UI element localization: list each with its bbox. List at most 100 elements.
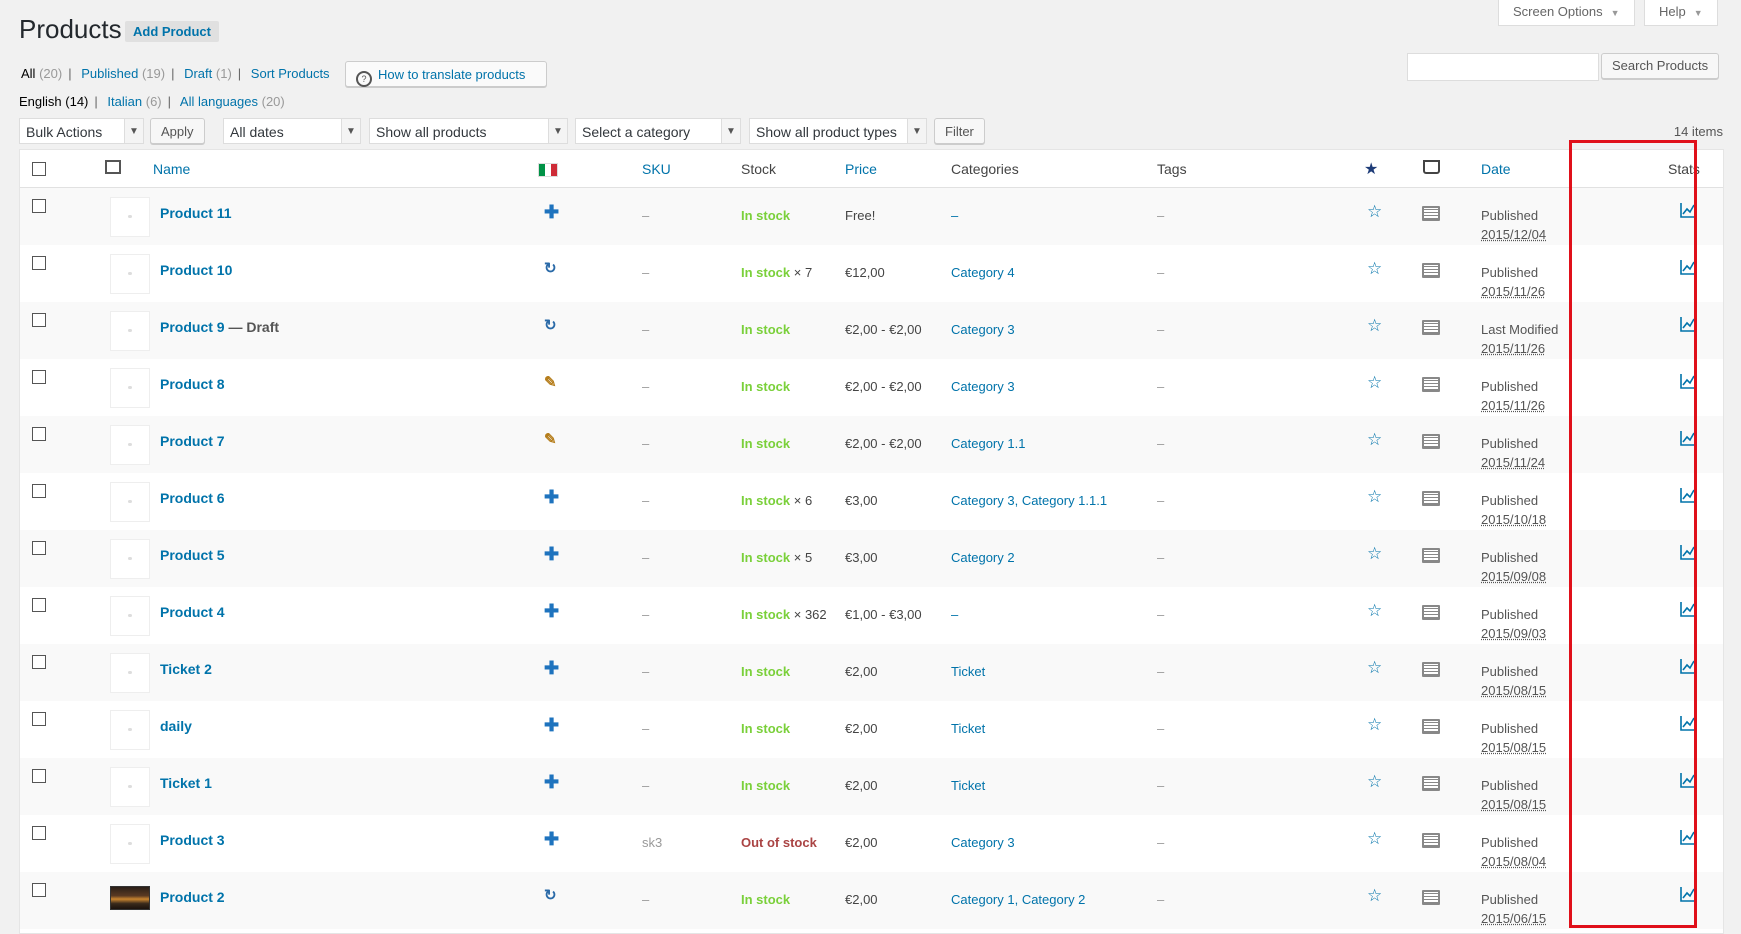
product-thumbnail[interactable] bbox=[110, 254, 150, 294]
bulk-actions-select[interactable]: Bulk Actions ▼ bbox=[19, 118, 144, 144]
sync-icon[interactable]: ↻ bbox=[544, 318, 634, 333]
categories-value[interactable]: Category 1.1 bbox=[951, 434, 1157, 453]
product-thumbnail[interactable] bbox=[110, 596, 150, 636]
sync-icon[interactable]: ↻ bbox=[544, 261, 634, 276]
categories-value[interactable]: – bbox=[951, 206, 1157, 225]
categories-value[interactable]: Category 3, Category 1.1.1 bbox=[951, 491, 1157, 510]
product-thumbnail[interactable] bbox=[110, 425, 150, 465]
product-name-link[interactable]: Ticket 2 bbox=[160, 661, 212, 677]
plus-icon[interactable]: ✚ bbox=[544, 773, 634, 791]
stats-chart-icon[interactable] bbox=[1680, 373, 1696, 389]
featured-star-icon[interactable]: ☆ bbox=[1367, 316, 1413, 336]
stats-chart-icon[interactable] bbox=[1680, 829, 1696, 845]
row-checkbox[interactable] bbox=[32, 598, 46, 612]
row-checkbox[interactable] bbox=[32, 712, 46, 726]
product-name-link[interactable]: Ticket 1 bbox=[160, 775, 212, 791]
column-sku[interactable]: SKU bbox=[642, 161, 671, 177]
product-thumbnail[interactable] bbox=[110, 539, 150, 579]
row-checkbox[interactable] bbox=[32, 769, 46, 783]
product-name-link[interactable]: Product 5 bbox=[160, 547, 225, 563]
categories-value[interactable]: Category 2 bbox=[951, 548, 1157, 567]
plus-icon[interactable]: ✚ bbox=[544, 488, 634, 506]
plus-icon[interactable]: ✚ bbox=[544, 659, 634, 677]
stats-chart-icon[interactable] bbox=[1680, 772, 1696, 788]
featured-star-icon[interactable]: ☆ bbox=[1367, 601, 1413, 621]
row-checkbox[interactable] bbox=[32, 199, 46, 213]
how-to-translate-button[interactable]: ? How to translate products bbox=[345, 61, 547, 87]
sync-icon[interactable]: ↻ bbox=[544, 888, 634, 903]
product-name-link[interactable]: Product 9 — Draft bbox=[160, 319, 279, 335]
featured-star-icon[interactable]: ☆ bbox=[1367, 658, 1413, 678]
row-checkbox[interactable] bbox=[32, 541, 46, 555]
row-checkbox[interactable] bbox=[32, 826, 46, 840]
search-input[interactable] bbox=[1407, 53, 1599, 81]
product-thumbnail[interactable] bbox=[110, 767, 150, 807]
product-name-link[interactable]: Product 4 bbox=[160, 604, 225, 620]
row-checkbox[interactable] bbox=[32, 370, 46, 384]
column-price[interactable]: Price bbox=[845, 161, 877, 177]
lang-english[interactable]: English (14) bbox=[19, 94, 88, 109]
product-name-link[interactable]: Product 3 bbox=[160, 832, 225, 848]
categories-value[interactable]: Category 3 bbox=[951, 377, 1157, 396]
featured-star-icon[interactable]: ☆ bbox=[1367, 430, 1413, 450]
date-filter-select[interactable]: All dates ▼ bbox=[223, 118, 361, 144]
featured-star-icon[interactable]: ☆ bbox=[1367, 829, 1413, 849]
view-draft[interactable]: Draft (1) bbox=[184, 66, 232, 81]
categories-value[interactable]: Ticket bbox=[951, 776, 1157, 795]
product-thumbnail[interactable] bbox=[110, 368, 150, 408]
featured-star-icon[interactable]: ☆ bbox=[1367, 259, 1413, 279]
plus-icon[interactable]: ✚ bbox=[544, 716, 634, 734]
stats-chart-icon[interactable] bbox=[1680, 430, 1696, 446]
featured-star-icon[interactable]: ☆ bbox=[1367, 886, 1413, 906]
product-name-link[interactable]: Product 2 bbox=[160, 889, 225, 905]
help-button[interactable]: Help ▼ bbox=[1644, 0, 1718, 26]
screen-options-button[interactable]: Screen Options ▼ bbox=[1498, 0, 1635, 26]
product-thumbnail[interactable] bbox=[110, 653, 150, 693]
view-all[interactable]: All (20) bbox=[21, 66, 62, 81]
product-thumbnail[interactable] bbox=[110, 886, 150, 910]
pencil-icon[interactable]: ✎ bbox=[544, 432, 634, 447]
product-name-link[interactable]: Product 6 bbox=[160, 490, 225, 506]
plus-icon[interactable]: ✚ bbox=[544, 203, 634, 221]
select-all-checkbox[interactable] bbox=[32, 162, 46, 176]
stats-chart-icon[interactable] bbox=[1680, 259, 1696, 275]
row-checkbox[interactable] bbox=[32, 883, 46, 897]
plus-icon[interactable]: ✚ bbox=[544, 545, 634, 563]
sort-products-link[interactable]: Sort Products bbox=[251, 66, 330, 81]
product-name-link[interactable]: Product 8 bbox=[160, 376, 225, 392]
featured-star-icon[interactable]: ☆ bbox=[1367, 373, 1413, 393]
row-checkbox[interactable] bbox=[32, 484, 46, 498]
categories-value[interactable]: – bbox=[951, 605, 1157, 624]
featured-star-icon[interactable]: ☆ bbox=[1367, 202, 1413, 222]
plus-icon[interactable]: ✚ bbox=[544, 830, 634, 848]
stats-chart-icon[interactable] bbox=[1680, 202, 1696, 218]
categories-value[interactable]: Category 3 bbox=[951, 320, 1157, 339]
stats-chart-icon[interactable] bbox=[1680, 658, 1696, 674]
product-name-link[interactable]: daily bbox=[160, 718, 192, 734]
product-thumbnail[interactable] bbox=[110, 482, 150, 522]
categories-value[interactable]: Ticket bbox=[951, 719, 1157, 738]
stats-chart-icon[interactable] bbox=[1680, 601, 1696, 617]
lang-italian[interactable]: Italian (6) bbox=[107, 94, 161, 109]
product-thumbnail[interactable] bbox=[110, 824, 150, 864]
stats-chart-icon[interactable] bbox=[1680, 316, 1696, 332]
featured-star-icon[interactable]: ☆ bbox=[1367, 772, 1413, 792]
featured-star-icon[interactable]: ☆ bbox=[1367, 715, 1413, 735]
plus-icon[interactable]: ✚ bbox=[544, 602, 634, 620]
featured-star-icon[interactable]: ★ bbox=[1364, 161, 1378, 178]
product-name-link[interactable]: Product 11 bbox=[160, 205, 232, 221]
product-thumbnail[interactable] bbox=[110, 311, 150, 351]
category-filter-select[interactable]: Select a category ▼ bbox=[575, 118, 741, 144]
categories-value[interactable]: Category 4 bbox=[951, 263, 1157, 282]
featured-star-icon[interactable]: ☆ bbox=[1367, 544, 1413, 564]
view-published[interactable]: Published (19) bbox=[81, 66, 165, 81]
pencil-icon[interactable]: ✎ bbox=[544, 375, 634, 390]
lang-all[interactable]: All languages (20) bbox=[180, 94, 285, 109]
row-checkbox[interactable] bbox=[32, 427, 46, 441]
stats-chart-icon[interactable] bbox=[1680, 487, 1696, 503]
filter-button[interactable]: Filter bbox=[934, 118, 985, 144]
row-checkbox[interactable] bbox=[32, 655, 46, 669]
apply-button[interactable]: Apply bbox=[150, 118, 205, 144]
product-thumbnail[interactable] bbox=[110, 197, 150, 237]
row-checkbox[interactable] bbox=[32, 256, 46, 270]
